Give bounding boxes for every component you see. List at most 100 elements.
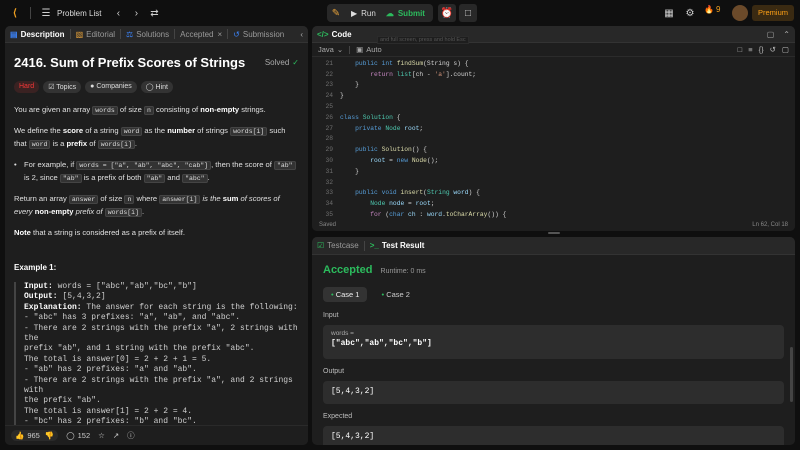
star-icon[interactable]: ☆ xyxy=(98,431,105,440)
grid-icon[interactable]: ▦ xyxy=(660,4,678,22)
hint-label: Hint xyxy=(155,84,168,91)
thumbs-down-icon[interactable]: 👎 xyxy=(45,431,54,440)
streak-counter[interactable]: 🔥 9 xyxy=(704,5,720,14)
tab-label: Description xyxy=(20,29,65,39)
tab-editorial[interactable]: ▧ Editorial xyxy=(71,26,120,43)
tag-row: Hard ☑ Topics ● Companies ◯ Hint xyxy=(14,81,299,93)
code-line: 24} xyxy=(312,90,795,101)
line-number: 30 xyxy=(325,157,333,165)
line-number: 24 xyxy=(325,92,333,100)
case-tab[interactable]: • Case 1 xyxy=(323,287,368,302)
result-status: Accepted xyxy=(323,264,373,276)
chevron-right-icon[interactable]: › xyxy=(127,4,145,22)
line-number: 34 xyxy=(325,200,333,208)
run-submit-group: ✎ ▶ Run ☁ Submit xyxy=(327,4,433,22)
example-title: Example 1: xyxy=(14,263,57,272)
top-bar: ⟨ ☰ Problem List ‹ › ⇄ ✎ ▶ Run ☁ Submit ⏰ … xyxy=(0,0,800,26)
tab-label: Editorial xyxy=(86,29,116,39)
braces-icon[interactable]: {} xyxy=(759,45,764,54)
language-select[interactable]: Java ⌄ xyxy=(318,45,343,54)
code-line: 35 for (char ch : word.toCharArray()) { xyxy=(312,209,795,218)
companies-label: Companies xyxy=(96,83,132,90)
tab-test-result[interactable]: >_ Test Result xyxy=(365,237,430,254)
tab-submissions[interactable]: ↺ Submission xyxy=(228,26,289,43)
code-editor[interactable]: 21 public int findSum(String s) {22 retu… xyxy=(312,57,795,218)
tab-solutions[interactable]: ⚖ Solutions xyxy=(121,26,174,43)
line-number: 21 xyxy=(325,59,333,67)
auto-toggle[interactable]: ▣ Auto xyxy=(356,45,382,54)
book-icon: ▧ xyxy=(75,29,84,39)
difficulty-badge: Hard xyxy=(14,81,40,93)
editor-toolbar: Java ⌄ ▣ Auto and full screen, press and h… xyxy=(312,36,795,57)
explanation-line: The total is answer[1] = 2 + 2 = 4. xyxy=(24,406,193,416)
submit-button[interactable]: ☁ Submit xyxy=(382,9,433,18)
line-number: 35 xyxy=(325,211,333,218)
leetcode-logo-icon[interactable]: ⟨ xyxy=(6,4,24,22)
shuffle-icon[interactable]: ⇄ xyxy=(145,4,163,22)
terminal-icon: >_ xyxy=(369,241,379,250)
comments-button[interactable]: ◯ 152 xyxy=(66,431,90,440)
case-tabs: • Case 1 • Case 2 xyxy=(323,287,784,302)
alarm-icon[interactable]: ⏰ xyxy=(438,4,456,22)
description-paragraph: We define the score of a string word as … xyxy=(14,126,286,149)
bookmark-icon[interactable]: □ xyxy=(738,45,743,54)
avatar[interactable] xyxy=(732,5,748,21)
expand-icon[interactable]: ▢ xyxy=(782,45,789,54)
line-number: 29 xyxy=(325,146,333,154)
lightbulb-icon: ◯ xyxy=(145,84,156,91)
help-icon[interactable]: ⓘ xyxy=(127,430,135,441)
history-icon: ↺ xyxy=(233,29,240,39)
tab-description[interactable]: ▤ Description xyxy=(5,26,70,43)
code-text: Node node = root; xyxy=(370,200,435,208)
tab-testcase[interactable]: ☑ Testcase xyxy=(312,237,364,254)
variable-label: words = xyxy=(331,330,354,337)
fullscreen-tooltip: and full screen, press and hold Esc xyxy=(377,36,469,44)
premium-button[interactable]: Premium xyxy=(752,5,795,21)
collapse-icon[interactable]: ⌃ xyxy=(778,30,795,39)
code-line: 28 xyxy=(312,134,795,145)
tab-label: Accepted xyxy=(180,29,214,39)
input-box: words = ["abc","ab","bc","b"] xyxy=(323,325,784,359)
flask-icon: ⚖ xyxy=(126,29,134,39)
panel-resize-handle[interactable] xyxy=(548,232,560,234)
code-icon: </> xyxy=(317,29,329,39)
chevron-left-icon[interactable]: ‹ xyxy=(109,4,127,22)
divider xyxy=(349,45,351,54)
explanation-lines: - "abc" has 3 prefixes: "a", "ab", and "… xyxy=(24,313,299,425)
tab-label: Code xyxy=(331,29,352,39)
solved-indicator: Solved ✓ xyxy=(265,58,299,67)
settings-icon[interactable]: ⚙ xyxy=(681,4,699,22)
lock-icon: ▣ xyxy=(356,45,364,54)
hint-button[interactable]: ◯ Hint xyxy=(140,81,173,93)
companies-button[interactable]: ● Companies xyxy=(85,81,137,93)
description-panel: ▤ Description ▧ Editorial ⚖ Solutions Accep… xyxy=(5,26,308,445)
explanation-line: - "ab" has 2 prefixes: "a" and "ab". xyxy=(24,365,197,375)
code-line: 32 xyxy=(312,177,795,188)
run-button[interactable]: ▶ Run xyxy=(345,9,382,18)
note-icon[interactable]: □ xyxy=(459,4,477,22)
case-label: Case 2 xyxy=(386,290,410,299)
problem-list-icon[interactable]: ☰ xyxy=(37,4,55,22)
tab-accepted[interactable]: Accepted × xyxy=(175,26,227,43)
output-label: Output xyxy=(323,368,345,375)
cursor-position: Ln 62, Col 18 xyxy=(752,221,788,228)
line-number: 22 xyxy=(325,70,333,78)
case-tab[interactable]: • Case 2 xyxy=(373,287,417,302)
code-text: for (char ch : word.toCharArray()) { xyxy=(370,211,507,218)
maximize-icon[interactable]: ▢ xyxy=(763,30,779,39)
tab-code[interactable]: </> Code xyxy=(312,26,357,43)
topics-button[interactable]: ☑ Topics xyxy=(43,81,82,93)
line-number: 26 xyxy=(325,113,333,121)
debug-icon[interactable]: ✎ xyxy=(327,4,345,22)
collapse-panel-icon[interactable]: ‹ xyxy=(295,30,308,39)
expected-box: [5,4,3,2] xyxy=(323,426,784,445)
reset-icon[interactable]: ↺ xyxy=(770,45,776,54)
format-icon[interactable]: ≡ xyxy=(748,45,752,54)
share-icon[interactable]: ↗ xyxy=(113,431,119,440)
close-icon[interactable]: × xyxy=(218,30,223,39)
problem-list-link[interactable]: Problem List xyxy=(57,9,101,18)
like-button[interactable]: 👍 965 👎 xyxy=(11,430,59,441)
code-text: private Node root; xyxy=(355,124,424,132)
scrollbar[interactable] xyxy=(790,347,793,402)
description-tabs: ▤ Description ▧ Editorial ⚖ Solutions Accep… xyxy=(5,26,308,43)
